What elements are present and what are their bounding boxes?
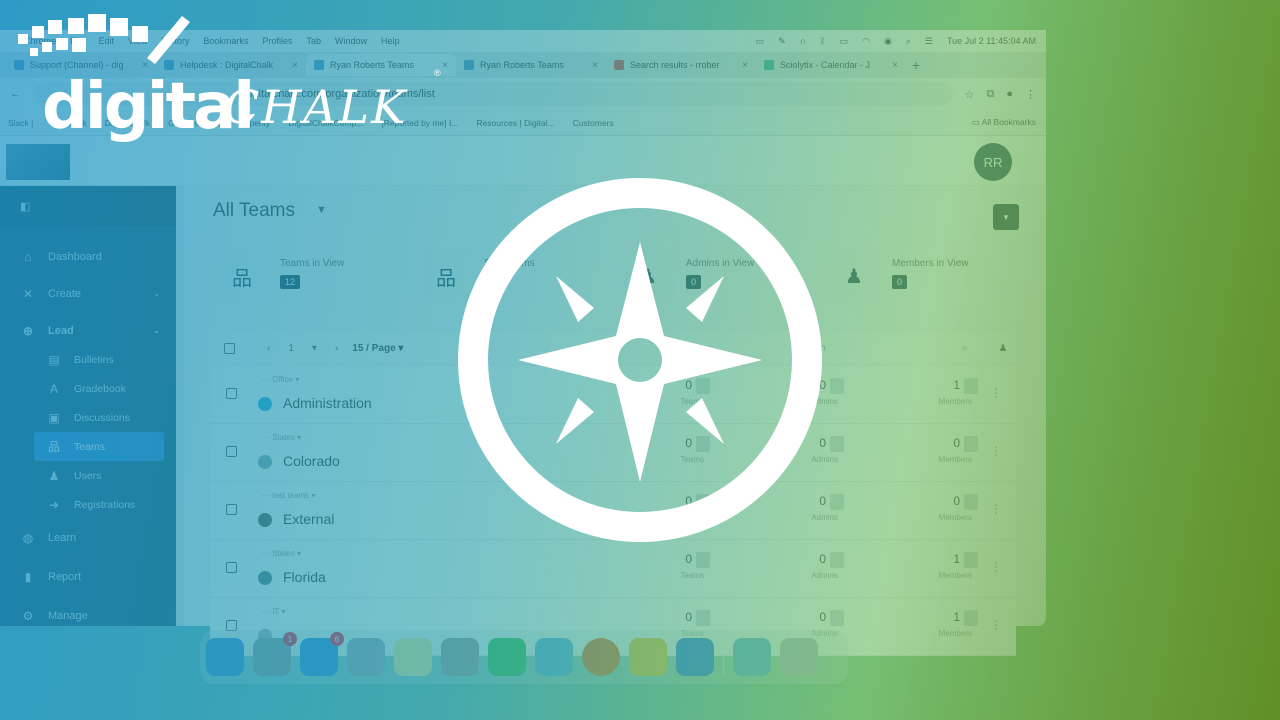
compass-star: [518, 242, 762, 482]
digitalchalk-logo: digital CHALK ®: [12, 12, 452, 144]
registered-mark: ®: [434, 68, 441, 78]
compass-icon: [458, 178, 822, 542]
compass-point-sw: [556, 398, 594, 444]
compass-point-se: [686, 398, 724, 444]
brand-word: digital: [42, 70, 255, 144]
compass-point-ne: [686, 276, 724, 322]
compass-point-nw: [556, 276, 594, 322]
brand-chalk: CHALK: [224, 80, 408, 134]
